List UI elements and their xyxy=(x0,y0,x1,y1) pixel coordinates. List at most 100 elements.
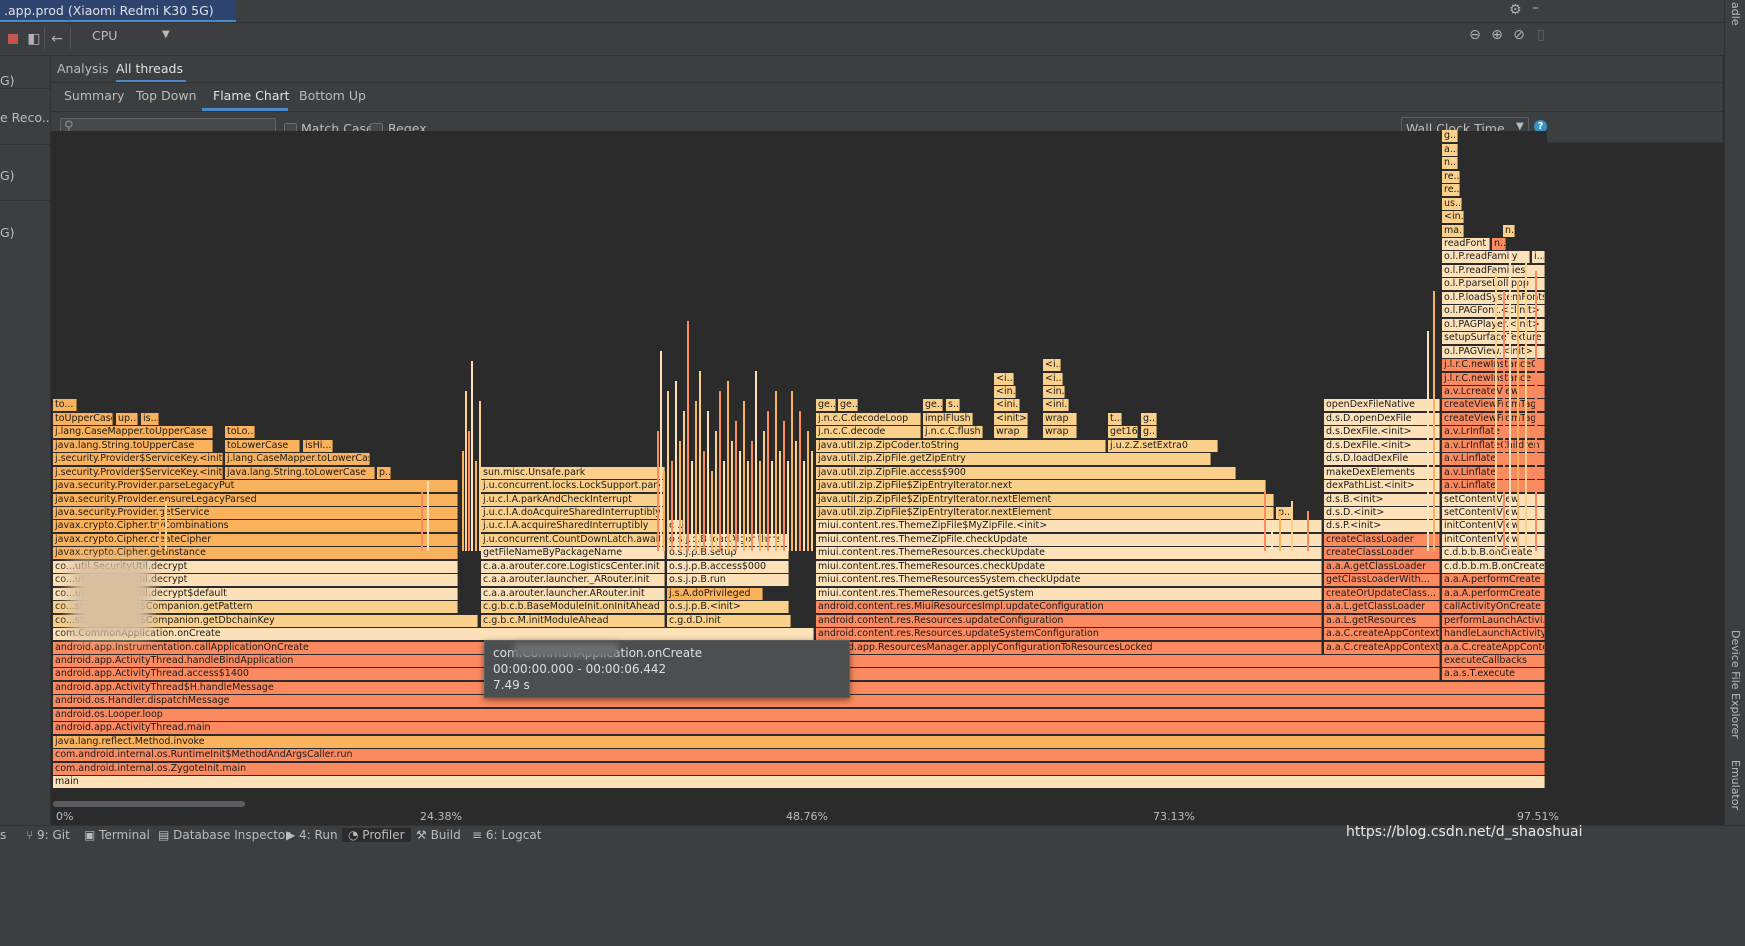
flame-frame[interactable]: <in... xyxy=(1442,211,1464,224)
flame-frame[interactable]: d.s.D.loadDexFile xyxy=(1324,453,1440,466)
flame-frame[interactable]: g... xyxy=(1141,412,1157,425)
flame-frame[interactable]: callActivityOnCreate xyxy=(1442,601,1545,614)
flame-frame[interactable]: o.l.PAGPlayer.<init> xyxy=(1442,318,1545,331)
flame-frame[interactable]: java.lang.String.toLowerCase xyxy=(225,466,375,479)
flame-frame[interactable]: java.util.zip.ZipFile$ZipEntryIterator.n… xyxy=(816,507,1274,519)
tool-tab-terminal[interactable]: ▣ Terminal xyxy=(84,828,150,842)
flame-spike[interactable] xyxy=(807,431,809,551)
flame-frame[interactable]: j.lang.CaseMapper.toLowerCase xyxy=(225,453,370,466)
flame-frame[interactable]: getFileNameByPackageName xyxy=(481,547,665,560)
flame-frame[interactable]: initContentView xyxy=(1442,533,1545,546)
flame-spike[interactable] xyxy=(468,431,470,551)
flame-frame[interactable]: java.util.zip.ZipCoder.toString xyxy=(816,439,1106,452)
flame-spike[interactable] xyxy=(421,491,423,551)
flame-spike[interactable] xyxy=(1271,521,1273,551)
flame-frame[interactable]: o.l.P.parseLollipop xyxy=(1442,278,1545,291)
flame-spike[interactable] xyxy=(743,401,745,551)
flame-frame[interactable]: us... xyxy=(1442,197,1462,210)
flame-frame[interactable]: toLo... xyxy=(225,426,255,439)
flame-frame[interactable]: j.l.r.C.newInstance xyxy=(1442,372,1545,385)
flame-frame[interactable]: c.d.b.b.B.onCreate xyxy=(1442,547,1545,560)
tool-tab[interactable]: s xyxy=(0,828,6,842)
flame-frame[interactable]: d.s.D.openDexFile xyxy=(1324,412,1440,425)
flame-frame[interactable]: javax.crypto.Cipher.tryCombinations xyxy=(53,520,458,533)
flame-spike[interactable] xyxy=(679,441,681,551)
flame-frame[interactable]: a.v.LrInflate xyxy=(1442,426,1545,439)
flame-spike[interactable] xyxy=(1433,291,1435,551)
session-item[interactable]: G) xyxy=(0,168,15,183)
flame-frame[interactable]: java.security.Provider.ensureLegacyParse… xyxy=(53,493,458,506)
flame-frame[interactable]: java.util.zip.ZipFile.getZipEntry xyxy=(816,453,1211,466)
flame-spike[interactable] xyxy=(462,451,464,551)
flame-frame[interactable]: c.a.a.arouter.launcher._ARouter.init xyxy=(481,574,665,587)
flame-frame[interactable]: android.app.ResourcesManager.applyConfig… xyxy=(816,641,1322,654)
flame-frame[interactable]: j.u.concurrent.CountDownLatch.await xyxy=(481,533,665,546)
flame-spike[interactable] xyxy=(775,391,777,551)
flame-spike[interactable] xyxy=(727,381,729,551)
attach-icon[interactable]: ▯ xyxy=(1532,26,1550,44)
flame-spike[interactable] xyxy=(159,511,161,551)
flame-frame[interactable]: sun.misc.Unsafe.park xyxy=(481,466,665,479)
flame-spike[interactable] xyxy=(711,471,713,551)
flame-frame[interactable]: dexPathList.<init> xyxy=(1324,480,1440,493)
flame-spike[interactable] xyxy=(1279,511,1281,551)
flame-frame[interactable]: ge... xyxy=(838,399,858,412)
flame-spike[interactable] xyxy=(1535,271,1537,551)
flame-frame[interactable]: makeDexElements xyxy=(1324,466,1440,479)
flame-spike[interactable] xyxy=(1517,281,1519,551)
flame-spike[interactable] xyxy=(671,461,673,551)
flame-frame[interactable]: a.a.A.performCreate xyxy=(1442,587,1545,600)
flame-frame[interactable]: <i... xyxy=(994,372,1014,385)
flame-frame[interactable]: c.g.d.D.init xyxy=(667,614,791,627)
flame-frame[interactable]: toLowerCase xyxy=(225,439,300,452)
flame-frame[interactable]: com.CommonApplication.onCreate xyxy=(53,628,814,641)
tool-tab-git[interactable]: ⑂ 9: Git xyxy=(26,828,70,842)
flame-frame[interactable]: j.u.c.l.A.parkAndCheckInterrupt xyxy=(481,493,665,506)
session-item[interactable]: e Reco... xyxy=(0,110,54,125)
flame-frame[interactable]: android.content.res.Resources.updateSyst… xyxy=(816,628,1322,641)
flame-frame[interactable]: a.a.A.getClassLoader xyxy=(1324,560,1440,573)
flame-frame[interactable]: d.s.D.<init> xyxy=(1324,507,1440,519)
flame-frame[interactable]: a.a.C.createAppContext xyxy=(1324,628,1440,641)
flame-spike[interactable] xyxy=(479,401,481,551)
flame-spike[interactable] xyxy=(771,461,773,551)
flame-frame[interactable]: android.content.res.MiuiResourcesImpl.up… xyxy=(816,601,1322,614)
flame-frame[interactable]: o.s.j.p.B.access$000 xyxy=(667,560,789,573)
flame-spike[interactable] xyxy=(471,361,473,551)
flame-frame[interactable]: j.n.c.C.decodeLoop xyxy=(816,412,921,425)
flame-frame[interactable]: setContentView xyxy=(1442,493,1545,506)
flame-spike[interactable] xyxy=(1307,511,1309,551)
flame-frame[interactable]: j.u.c.l.A.doAcquireSharedInterruptibly xyxy=(481,507,665,519)
flame-frame[interactable]: j.u.z.Z.setExtra0 xyxy=(1108,439,1218,452)
flame-frame[interactable]: a.a.L.getClassLoader xyxy=(1324,601,1440,614)
flame-spike[interactable] xyxy=(1509,251,1511,551)
flame-frame[interactable]: c.a.a.arouter.launcher.ARouter.init xyxy=(481,587,665,600)
flame-frame[interactable]: a.a.C.createAppContext xyxy=(1324,641,1440,654)
reset-zoom-icon[interactable]: ⊘ xyxy=(1510,26,1528,44)
flame-frame[interactable]: j.n.c.C.flush xyxy=(923,426,983,439)
flame-frame[interactable]: d.s.DexFile.<init> xyxy=(1324,439,1440,452)
flame-frame[interactable]: j.l.r.C.newInstance0 xyxy=(1442,359,1545,372)
flame-frame[interactable]: ma... xyxy=(1442,224,1464,237)
scrollbar-thumb[interactable] xyxy=(53,801,245,807)
flame-frame[interactable]: com.android.internal.os.RuntimeInit$Meth… xyxy=(53,749,1545,762)
flame-spike[interactable] xyxy=(759,461,761,551)
flame-frame[interactable]: n... xyxy=(1492,238,1506,250)
flame-frame[interactable]: java.lang.String.toUpperCase xyxy=(53,439,213,452)
flame-frame[interactable]: ge... xyxy=(816,399,836,412)
flame-frame[interactable]: c.d.b.b.m.B.onCreate xyxy=(1442,560,1545,573)
flame-spike[interactable] xyxy=(1264,491,1266,551)
flame-frame[interactable]: a.v.Linflate xyxy=(1442,453,1545,466)
flame-frame[interactable]: a.v.Linflate xyxy=(1442,480,1545,493)
flame-spike[interactable] xyxy=(751,441,753,551)
flame-frame[interactable]: performLaunchActivi... xyxy=(1442,614,1545,627)
flame-frame[interactable]: a... xyxy=(1442,143,1458,156)
flame-spike[interactable] xyxy=(687,321,689,551)
flame-frame[interactable]: miui.content.res.ThemeResources.getSyste… xyxy=(816,587,1322,600)
flame-spike[interactable] xyxy=(1427,331,1429,551)
flame-spike[interactable] xyxy=(475,461,477,551)
flame-frame[interactable]: get16 xyxy=(1108,426,1138,439)
flame-frame[interactable]: miui.content.res.ThemeResources.checkUpd… xyxy=(816,547,1322,560)
minimize-icon[interactable]: – xyxy=(1532,0,1539,16)
flame-spike[interactable] xyxy=(791,391,793,551)
